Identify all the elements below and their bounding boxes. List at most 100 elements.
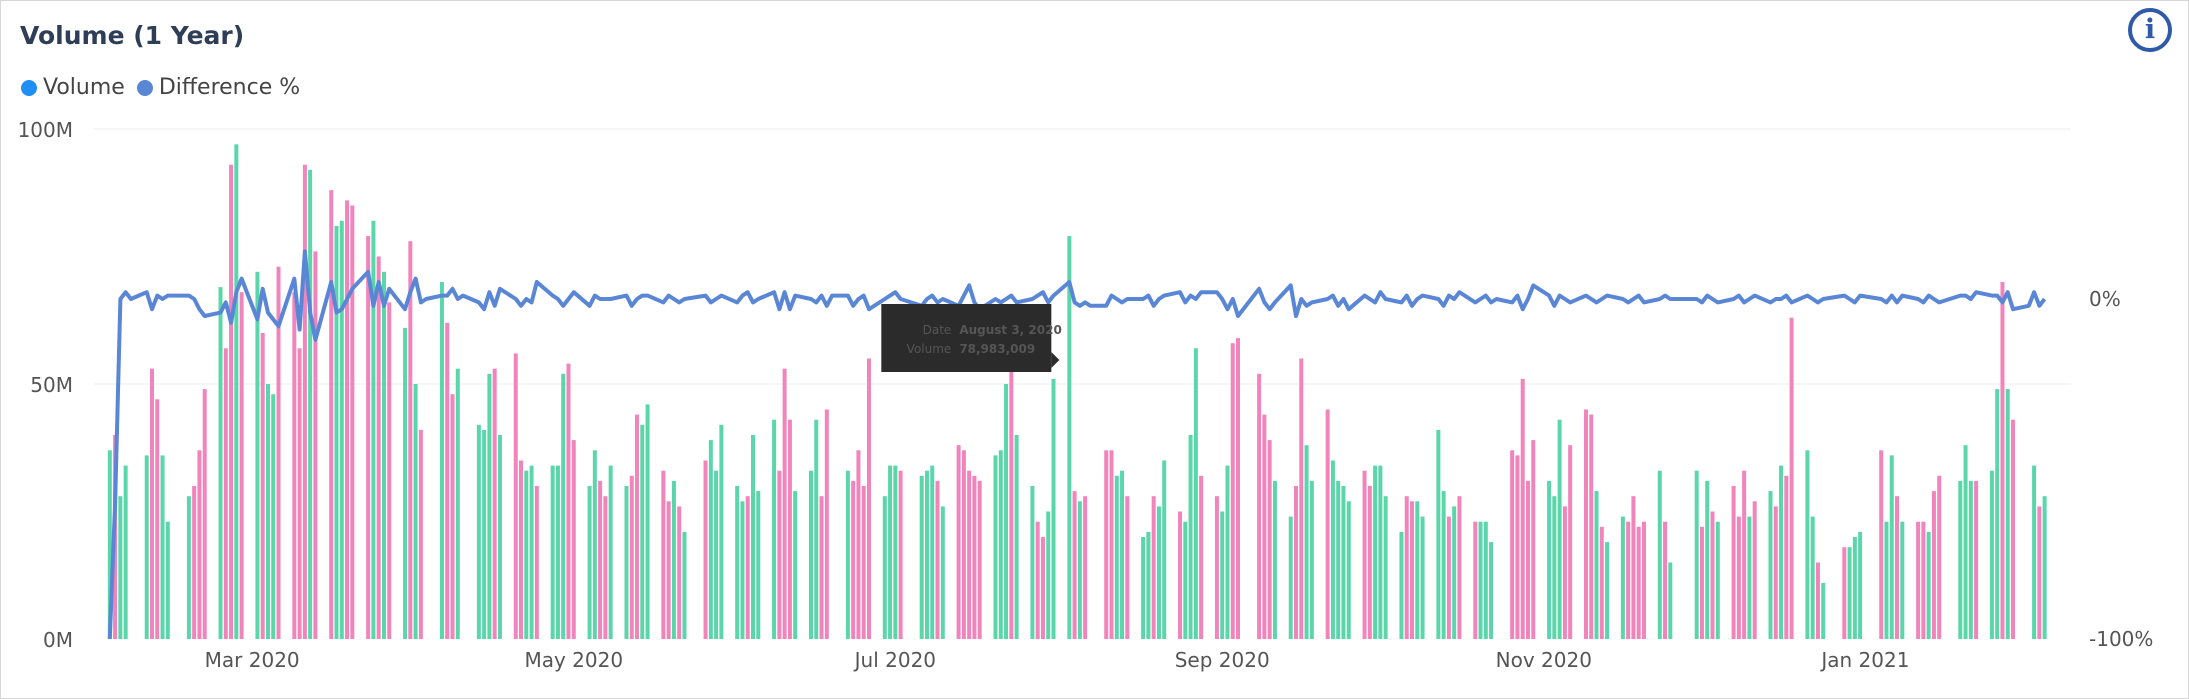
x-axis-tick-label: Jul 2020	[853, 648, 936, 672]
volume-bar	[118, 496, 123, 639]
volume-bar	[1779, 465, 1784, 639]
volume-bar	[1900, 521, 1905, 639]
tooltip-box	[881, 304, 1052, 372]
volume-bar	[1858, 531, 1863, 639]
volume-bar	[808, 470, 813, 639]
volume-bar	[387, 302, 392, 639]
volume-bar	[513, 353, 518, 639]
volume-bar	[1230, 343, 1235, 639]
volume-bar	[1694, 470, 1699, 639]
volume-bar	[1921, 521, 1926, 639]
volume-bar	[1589, 414, 1594, 639]
volume-bar	[144, 455, 149, 639]
volume-bar	[1083, 496, 1088, 639]
volume-bar	[882, 496, 887, 639]
volume-bar	[265, 384, 270, 639]
volume-bar	[1257, 373, 1262, 639]
volume-bar	[160, 455, 165, 639]
volume-bar	[1410, 501, 1414, 639]
volume-bar	[413, 384, 418, 639]
volume-bar	[1884, 521, 1889, 639]
volume-bar	[666, 501, 671, 639]
volume-bar	[819, 496, 824, 639]
volume-bar	[1699, 526, 1704, 639]
volume-bar	[977, 480, 982, 639]
volume-bar	[1968, 480, 1973, 639]
volume-bar	[893, 465, 898, 639]
volume-bar	[376, 256, 381, 639]
volume-bar	[1072, 491, 1077, 639]
volume-bar	[1299, 358, 1304, 639]
x-axis-tick-label: Nov 2020	[1496, 648, 1592, 672]
volume-bar	[1178, 511, 1183, 639]
volume-bar	[566, 363, 571, 639]
volume-bar	[1046, 511, 1051, 639]
volume-bar	[482, 429, 487, 639]
volume-bar	[1668, 562, 1673, 639]
volume-bar	[972, 475, 977, 639]
volume-bar	[1040, 537, 1045, 639]
volume-bar	[186, 496, 191, 639]
volume-bar	[1214, 496, 1219, 639]
volume-bar	[777, 470, 782, 639]
volume-bar	[1562, 506, 1567, 639]
volume-bar	[450, 394, 455, 639]
volume-bar	[1162, 460, 1167, 639]
volume-bar	[1510, 450, 1515, 639]
volume-bar	[271, 394, 276, 639]
volume-bar	[239, 292, 244, 639]
volume-bar	[1325, 409, 1330, 639]
volume-bar	[661, 470, 666, 639]
volume-bar	[1262, 414, 1267, 639]
volume-bar	[1710, 511, 1715, 639]
volume-bar	[919, 475, 924, 639]
chart-panel: Volume (1 Year) i Volume Difference % 0M…	[0, 0, 2189, 699]
volume-bar	[123, 465, 128, 639]
volume-bar	[1272, 480, 1277, 639]
volume-bar	[1146, 531, 1151, 639]
volume-bar	[598, 480, 603, 639]
volume-bar	[1852, 537, 1857, 639]
volume-bar	[455, 368, 460, 639]
volume-bar	[1483, 521, 1488, 639]
volume-bar	[234, 144, 239, 640]
volume-bar	[1773, 506, 1778, 639]
volume-bar	[524, 470, 529, 639]
volume-bar	[956, 445, 961, 639]
volume-bar	[1294, 486, 1299, 639]
volume-bar	[1030, 486, 1035, 639]
volume-bar	[1605, 542, 1610, 639]
volume-bar	[1620, 516, 1625, 639]
volume-chart[interactable]: 0M 50M 100M -100% 0% Mar 2020 May 2020 Jul 2020…	[1, 1, 2188, 698]
volume-bar	[1641, 521, 1646, 639]
volume-bar	[313, 251, 318, 639]
volume-bar	[1446, 516, 1451, 639]
volume-bar	[851, 480, 856, 639]
volume-bar	[1742, 470, 1747, 639]
volume-bar	[2032, 465, 2037, 639]
tooltip-value: August 3, 2020	[959, 323, 1062, 337]
volume-bar	[645, 404, 650, 639]
volume-bar	[1489, 542, 1494, 639]
volume-bar	[202, 389, 207, 639]
volume-bar	[1515, 455, 1520, 639]
y-axis-tick-label: 100M	[18, 118, 73, 142]
volume-bar	[555, 465, 560, 639]
volume-bar	[772, 419, 777, 639]
volume-bar	[1937, 475, 1942, 639]
y-right-axis-tick-label: 0%	[2089, 287, 2121, 311]
volume-bar	[1009, 358, 1014, 639]
volume-bar	[1309, 480, 1314, 639]
volume-bar	[1420, 516, 1425, 639]
volume-bar	[2037, 506, 2042, 639]
volume-bar	[1768, 491, 1773, 639]
volume-bar	[735, 486, 740, 639]
volume-bar	[961, 450, 966, 639]
volume-bar	[719, 424, 724, 639]
volume-bar	[1288, 516, 1293, 639]
volume-bar	[1457, 496, 1462, 639]
volume-bar	[856, 450, 861, 639]
volume-bar	[592, 450, 597, 639]
volume-bar	[1931, 491, 1936, 639]
volume-bar	[861, 486, 866, 639]
